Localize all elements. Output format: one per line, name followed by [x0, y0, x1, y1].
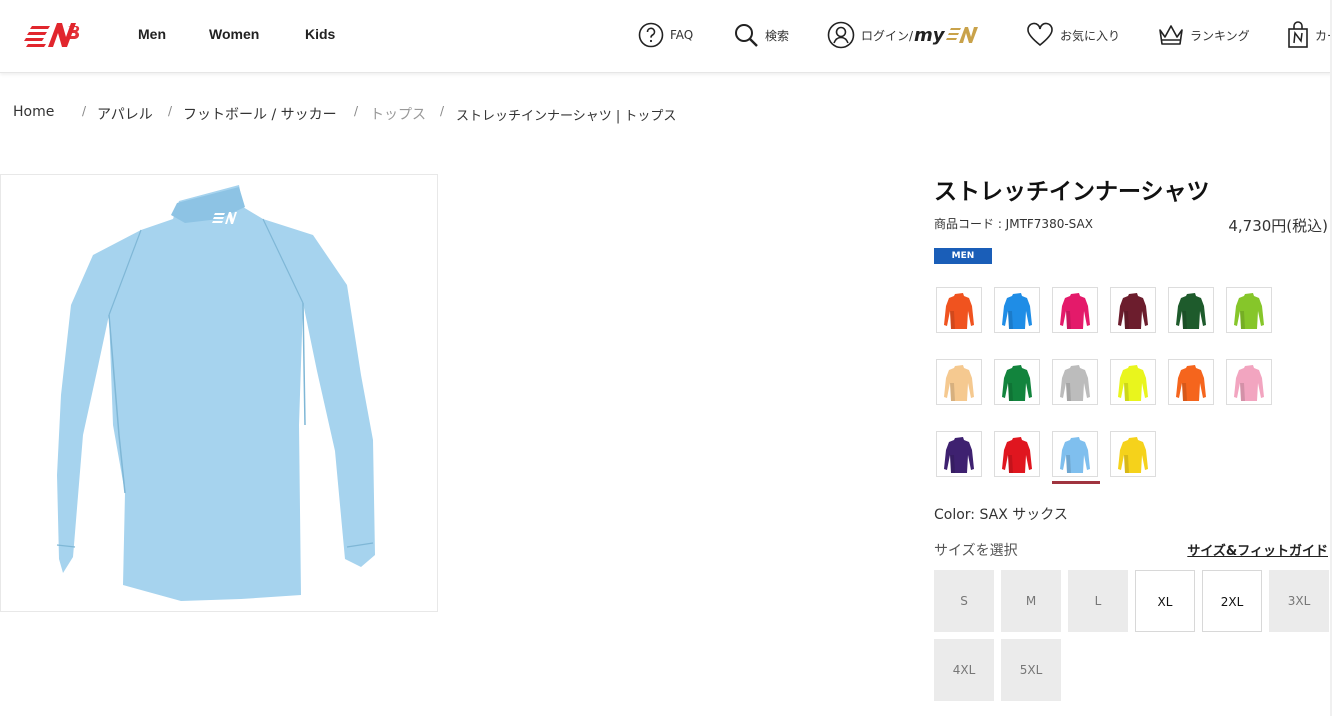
color-swatch[interactable] — [1110, 287, 1156, 333]
shirt-body — [57, 185, 375, 601]
breadcrumb-separator: / — [354, 104, 359, 118]
color-swatch[interactable] — [1226, 359, 1272, 405]
color-swatch[interactable] — [1168, 287, 1214, 333]
shirt-thumbnail-icon — [1118, 365, 1148, 401]
size-option[interactable]: M — [1001, 570, 1061, 632]
size-fit-guide-link[interactable]: サイズ&フィットガイド — [1187, 540, 1328, 559]
size-option[interactable]: 4XL — [934, 639, 994, 701]
shirt-thumbnail-icon — [1118, 437, 1148, 473]
shirt-thumbnail-icon — [1002, 365, 1032, 401]
shirt-thumbnail-icon — [1060, 437, 1090, 473]
search-label: 検索 — [765, 28, 790, 43]
breadcrumb-separator: / — [440, 104, 445, 118]
nav-women[interactable]: Women — [209, 26, 259, 42]
user-icon — [827, 21, 855, 49]
color-swatch[interactable] — [1052, 431, 1098, 477]
ranking-label: ランキング — [1190, 28, 1250, 43]
shopping-bag-icon — [1288, 21, 1308, 48]
product-main-image[interactable] — [0, 174, 438, 612]
shirt-thumbnail-icon — [1176, 293, 1206, 329]
shirt-thumbnail-icon — [1002, 437, 1032, 473]
size-option[interactable]: XL — [1135, 570, 1195, 632]
site-header: Men Women Kids FAQ 検索 ログイン/ my お気に入り ランキ… — [0, 0, 1332, 73]
color-swatch[interactable] — [1226, 287, 1272, 333]
breadcrumb-apparel[interactable]: アパレル — [97, 104, 153, 124]
shirt-thumbnail-icon — [944, 365, 974, 401]
size-select-label: サイズを選択 — [934, 543, 1018, 559]
login-link[interactable]: ログイン/ my — [827, 20, 979, 50]
color-swatch[interactable] — [994, 359, 1040, 405]
nav-kids[interactable]: Kids — [305, 26, 335, 42]
shirt-thumbnail-icon — [1176, 365, 1206, 401]
color-swatch[interactable] — [994, 431, 1040, 477]
size-option[interactable]: 3XL — [1269, 570, 1329, 632]
shirt-thumbnail-icon — [944, 437, 974, 473]
breadcrumb-separator: / — [168, 104, 173, 118]
new-balance-logo[interactable] — [24, 20, 80, 50]
nb-gold-logo-icon — [945, 27, 978, 43]
breadcrumb-tops[interactable]: トップス — [370, 104, 426, 124]
faq-label: FAQ — [670, 28, 694, 42]
product-price: 4,730円(税込) — [1228, 217, 1328, 235]
color-swatch[interactable] — [936, 287, 982, 333]
size-option[interactable]: 2XL — [1202, 570, 1262, 632]
crown-icon — [1159, 25, 1183, 45]
color-swatch[interactable] — [1052, 287, 1098, 333]
shirt-thumbnail-icon — [1234, 293, 1264, 329]
color-swatch[interactable] — [936, 431, 982, 477]
shirt-thumbnail-icon — [1118, 293, 1148, 329]
search-link[interactable]: 検索 — [733, 20, 789, 50]
heart-icon — [1027, 22, 1053, 47]
cart-link[interactable]: カー — [1287, 20, 1332, 50]
selected-color-label: Color: SAX サックス — [934, 507, 1068, 523]
search-icon — [735, 24, 758, 47]
color-swatch[interactable] — [1168, 359, 1214, 405]
shirt-image — [56, 185, 375, 601]
selected-swatch-indicator — [1052, 481, 1100, 484]
size-option[interactable]: S — [934, 570, 994, 632]
favorites-link[interactable]: お気に入り — [1026, 20, 1120, 50]
faq-link[interactable]: FAQ — [638, 20, 693, 50]
question-icon — [638, 22, 664, 48]
product-code: 商品コード : JMTF7380-SAX — [934, 217, 1093, 231]
shirt-thumbnail-icon — [944, 293, 974, 329]
size-option[interactable]: 5XL — [1001, 639, 1061, 701]
color-swatch[interactable] — [1110, 431, 1156, 477]
shirt-thumbnail-icon — [1060, 365, 1090, 401]
ranking-link[interactable]: ランキング — [1158, 20, 1250, 50]
color-swatch[interactable] — [936, 359, 982, 405]
shirt-thumbnail-icon — [1234, 365, 1264, 401]
size-option[interactable]: L — [1068, 570, 1128, 632]
login-label: ログイン/ — [861, 28, 914, 43]
product-title: ストレッチインナーシャツ — [934, 179, 1210, 205]
favorites-label: お気に入り — [1060, 28, 1121, 43]
breadcrumb-current: ストレッチインナーシャツ | トップス — [456, 109, 677, 124]
breadcrumb-football[interactable]: フットボール / サッカー — [183, 104, 337, 124]
color-swatch[interactable] — [994, 287, 1040, 333]
nav-men[interactable]: Men — [138, 26, 166, 42]
shirt-thumbnail-icon — [1060, 293, 1090, 329]
gender-badge: MEN — [934, 248, 992, 264]
color-swatch[interactable] — [1052, 359, 1098, 405]
breadcrumb-separator: / — [82, 104, 87, 118]
color-swatch[interactable] — [1110, 359, 1156, 405]
shirt-thumbnail-icon — [1002, 293, 1032, 329]
breadcrumb-home[interactable]: Home — [13, 104, 54, 120]
my-nb-brand: my — [914, 24, 945, 46]
